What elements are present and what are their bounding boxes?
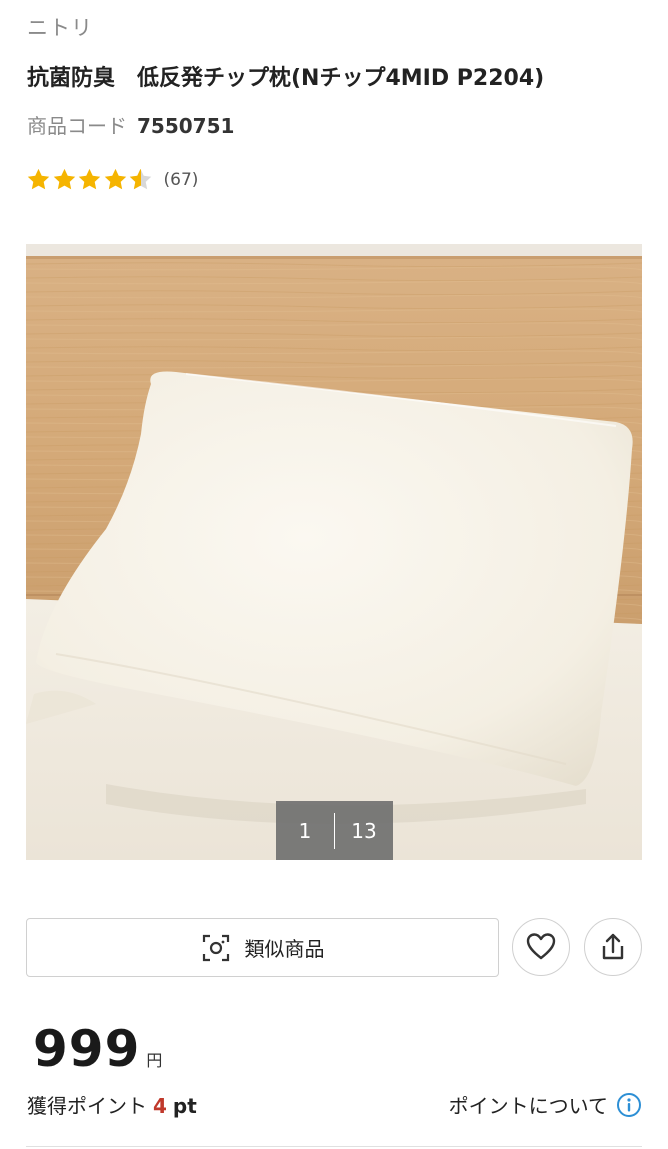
half-star-icon [129, 168, 152, 190]
image-pager[interactable]: 1 13 [276, 801, 393, 860]
about-points-link[interactable]: ポイントについて [449, 1090, 642, 1119]
pager-current: 1 [298, 818, 312, 843]
share-button[interactable] [584, 918, 642, 976]
rating-stars[interactable]: (67) [26, 167, 198, 192]
earned-points: 獲得ポイント 4 pt [27, 1090, 197, 1119]
points-label: 獲得ポイント [27, 1094, 147, 1118]
heart-icon [526, 933, 556, 960]
star-icon [53, 168, 75, 190]
favorite-button[interactable] [512, 918, 570, 976]
info-icon [617, 1092, 641, 1117]
section-divider [26, 1146, 642, 1147]
star-icon [104, 168, 126, 190]
similar-products-label: 類似商品 [244, 937, 325, 961]
similar-products-button[interactable]: 類似商品 [26, 918, 499, 977]
about-points-label: ポイントについて [448, 1094, 608, 1118]
points-unit: pt [172, 1094, 197, 1118]
pager-total: 13 [351, 818, 377, 843]
price-value: 999 [33, 1020, 141, 1078]
image-search-icon [202, 934, 229, 961]
product-code-row: 商品コード 7550751 [27, 110, 234, 139]
product-image[interactable] [26, 244, 642, 860]
share-icon [602, 933, 624, 960]
star-icon [78, 168, 101, 190]
star-icon [27, 168, 50, 190]
brand-name: ニトリ [27, 16, 93, 40]
price: 999 円 [33, 1020, 162, 1078]
price-currency: 円 [146, 1051, 163, 1070]
pillow-photo [26, 244, 642, 860]
product-title: 抗菌防臭 低反発チップ枕(Nチップ4MID P2204) [27, 66, 545, 91]
points-value: 4 [153, 1094, 167, 1118]
product-code-value: 7550751 [137, 114, 235, 138]
review-count[interactable]: (67) [164, 170, 199, 190]
product-code-label: 商品コード [27, 114, 127, 138]
